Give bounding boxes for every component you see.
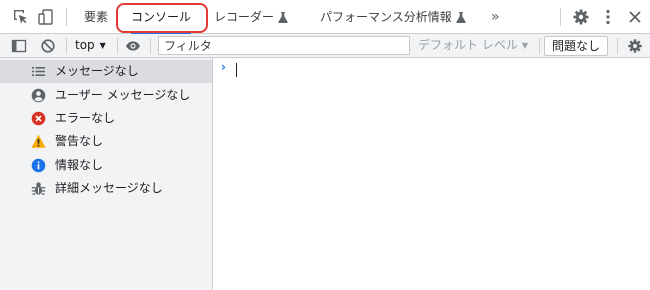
dropdown-caret-icon: ▼ [521, 41, 528, 50]
console-tab-highlight [116, 3, 208, 33]
tabbar-divider [560, 8, 561, 26]
list-icon [31, 64, 46, 79]
user-icon [31, 88, 46, 103]
text-cursor [236, 63, 237, 77]
toolbar-divider [150, 38, 151, 54]
sidebar-item-label: 情報なし [55, 158, 104, 172]
sidebar-item-info[interactable]: 情報なし [0, 154, 212, 177]
sidebar-item-verbose[interactable]: 詳細メッセージなし [0, 177, 212, 200]
close-icon[interactable] [626, 8, 644, 26]
context-selector[interactable]: top ▼ [75, 34, 106, 58]
settings-gear-icon[interactable] [572, 8, 590, 26]
sidebar-item-errors[interactable]: エラーなし [0, 107, 212, 130]
info-icon [31, 158, 46, 173]
tab-performance-insights[interactable]: パフォーマンス分析情報 [320, 0, 466, 34]
inspect-element-icon[interactable] [12, 8, 30, 26]
sidebar-item-label: メッセージなし [55, 64, 139, 78]
tab-recorder-label: レコーダー [214, 10, 275, 24]
sidebar-item-label: エラーなし [55, 111, 116, 125]
sidebar-item-label: ユーザー メッセージなし [55, 88, 191, 102]
device-toolbar-icon[interactable] [37, 8, 55, 26]
filter-input[interactable] [158, 36, 410, 55]
bug-icon [31, 181, 46, 196]
toolbar-divider [66, 38, 67, 54]
sidebar-item-label: 詳細メッセージなし [55, 181, 163, 195]
log-levels-dropdown[interactable]: デフォルト レベル ▼ [418, 34, 528, 58]
toolbar-divider [117, 38, 118, 54]
dropdown-caret-icon: ▼ [99, 41, 106, 50]
live-expression-eye-icon[interactable] [125, 38, 141, 54]
log-levels-label: デフォルト レベル [418, 38, 518, 52]
sidebar-item-messages[interactable]: メッセージなし [0, 60, 212, 83]
error-icon [31, 111, 46, 126]
console-toolbar: top▼ デフォルト レベル▼ 問題なし [0, 34, 650, 58]
toolbar-divider [539, 38, 540, 54]
tab-elements[interactable]: 要素 [84, 0, 108, 34]
clear-console-icon[interactable] [40, 38, 56, 54]
sidebar-item-label: 警告なし [55, 134, 104, 148]
sidebar-toggle-icon[interactable] [11, 38, 27, 54]
warning-icon [31, 134, 46, 149]
more-options-icon[interactable] [599, 8, 617, 26]
toolbar-divider [617, 38, 618, 54]
issues-button[interactable]: 問題なし [544, 36, 608, 56]
console-output-pane[interactable]: › [213, 58, 650, 290]
tab-recorder[interactable]: レコーダー [214, 0, 288, 34]
sidebar-item-user-messages[interactable]: ユーザー メッセージなし [0, 84, 212, 107]
devtools-tabbar: 要素 コンソール レコーダー パフォーマンス分析情報 » [0, 0, 650, 34]
sidebar-item-warnings[interactable]: 警告なし [0, 130, 212, 153]
context-value: top [75, 38, 95, 52]
console-prompt-icon: › [221, 60, 226, 74]
flask-icon [278, 2, 288, 36]
tab-performance-insights-label: パフォーマンス分析情報 [320, 10, 452, 24]
tabbar-divider [66, 8, 67, 26]
console-settings-gear-icon[interactable] [627, 38, 643, 54]
console-sidebar: メッセージなし ユーザー メッセージなし エラーなし 警告なし 情報なし 詳細メ… [0, 58, 213, 290]
more-tabs-button[interactable]: » [491, 0, 500, 34]
flask-icon [456, 2, 466, 36]
